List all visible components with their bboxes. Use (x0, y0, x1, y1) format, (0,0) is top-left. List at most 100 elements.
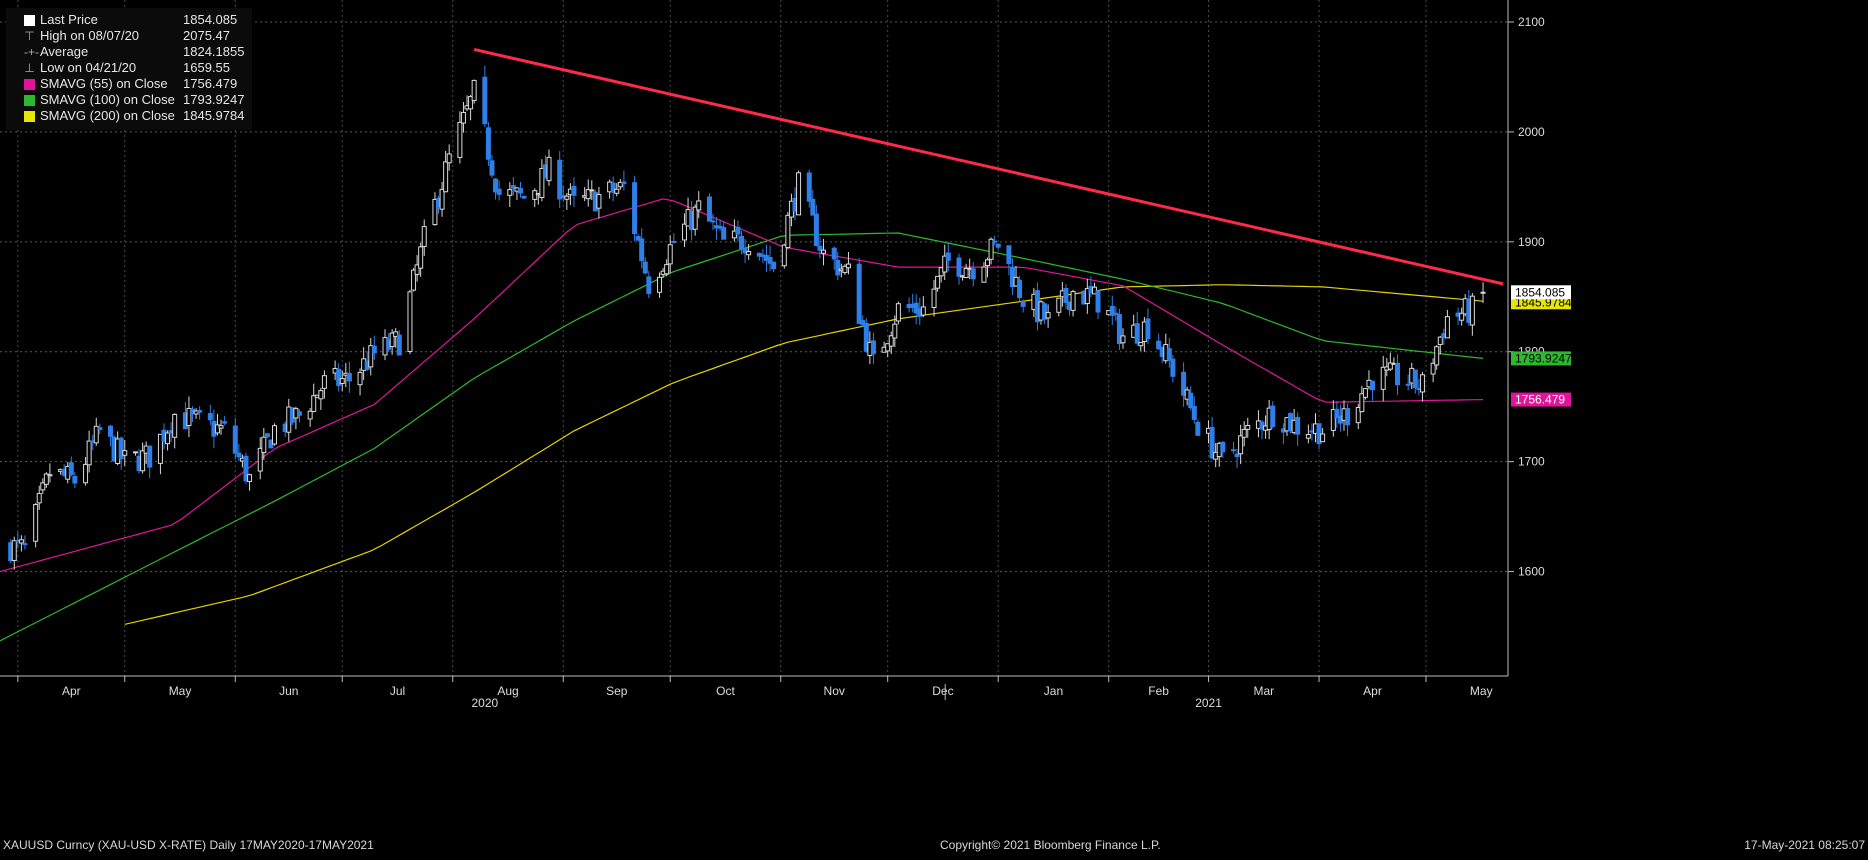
legend-label: SMAVG (55) on Close (40, 76, 168, 91)
candle-body (1362, 388, 1368, 398)
legend-label: SMAVG (200) on Close (40, 108, 175, 123)
candle-body (981, 266, 987, 283)
legend-item: ⊤ High on 08/07/20 2075.47 (10, 28, 244, 44)
candle-body (1095, 290, 1101, 313)
candle-body (72, 475, 78, 484)
legend-label: SMAVG (100) on Close (40, 92, 175, 107)
candle-body (346, 372, 352, 382)
candle-body (236, 452, 242, 458)
candle-body (856, 263, 862, 324)
candle-body (771, 261, 777, 270)
candle-body (935, 275, 941, 289)
candle-body (596, 194, 602, 209)
square-icon (24, 94, 35, 106)
last-value-tag-label: 1756.479 (1515, 393, 1565, 407)
y-tick-label: 2000 (1518, 125, 1545, 139)
candle-body (992, 240, 998, 243)
candle-body (296, 411, 302, 416)
candle-body (482, 76, 488, 125)
candle-body (207, 413, 213, 421)
candle-body (418, 246, 424, 269)
candle-body (460, 111, 466, 124)
legend-item: SMAVG (100) on Close 1793.9247 (10, 92, 244, 108)
candle-body (1370, 380, 1376, 391)
candle-body (1220, 441, 1226, 453)
x-month-label: Jul (390, 684, 405, 698)
candle-body (1245, 425, 1251, 430)
candle-body (22, 543, 28, 546)
legend-value: 1854.085 (183, 12, 238, 27)
candle-body (261, 436, 267, 454)
candle-body (1170, 358, 1176, 377)
candle-body (1063, 287, 1069, 304)
candle-body (108, 425, 114, 437)
candle-body (664, 264, 670, 275)
x-month-label: Jun (279, 684, 298, 698)
moving-averages (0, 198, 1484, 642)
candle-body (1134, 323, 1140, 344)
legend-value: 1845.9784 (183, 108, 245, 123)
candle-body (796, 172, 802, 216)
candle-body (97, 427, 103, 430)
candle-body (564, 195, 570, 200)
x-month-label: Dec (932, 684, 953, 698)
candle-body (831, 247, 837, 260)
x-month-label: Oct (716, 684, 735, 698)
candle-body (813, 213, 819, 246)
candle-body (18, 539, 24, 544)
chart-canvas[interactable]: 160017001800190020002100AprMayJunJulAugS… (0, 0, 1868, 855)
sma-100-line (0, 232, 1484, 642)
candle-body (681, 223, 687, 241)
candle-body (706, 196, 712, 222)
candle-body (521, 195, 527, 199)
square-icon (24, 110, 35, 122)
candle-body (86, 440, 92, 466)
candle-body (1405, 383, 1411, 386)
candle-body (892, 323, 898, 339)
x-month-label: Mar (1253, 684, 1274, 698)
candle-body (1230, 449, 1236, 452)
candle-body (956, 257, 962, 277)
candle-body (439, 188, 445, 210)
candle-body (781, 244, 787, 267)
candle-body (806, 172, 812, 202)
candle-body (970, 268, 976, 280)
candle-body (371, 345, 377, 354)
x-year-label: 2021 (1195, 696, 1222, 710)
candle-body (667, 244, 673, 265)
candle-body (318, 390, 324, 400)
candle-body (735, 226, 741, 235)
candle-body (821, 249, 827, 254)
last-value-tag-label: 1793.9247 (1515, 351, 1572, 365)
candle-body (1020, 301, 1026, 307)
square-icon (24, 78, 35, 90)
candle-body (1234, 453, 1240, 458)
candle-body (172, 413, 178, 438)
candle-body (995, 243, 1001, 248)
candle-body (321, 375, 327, 389)
candle-body (931, 288, 937, 308)
candle-body (1017, 279, 1023, 299)
candle-body (589, 189, 595, 192)
candle-body (621, 181, 627, 185)
candle-body (1480, 291, 1486, 294)
candle-body (920, 306, 926, 316)
candle-body (218, 425, 224, 429)
legend-item: -+- Average 1824.1855 (10, 44, 244, 60)
candle-body (485, 127, 491, 160)
legend-label: High on 08/07/20 (40, 28, 140, 43)
legend-item: SMAVG (55) on Close 1756.479 (10, 76, 244, 92)
sma-55-line (0, 198, 1484, 573)
candle-body (557, 159, 563, 200)
candle-body (639, 238, 645, 262)
candle-body (870, 340, 876, 355)
legend-label: Last Price (40, 12, 98, 27)
candle-body (642, 261, 648, 274)
candle-body (1045, 312, 1051, 319)
candle-body (471, 79, 477, 101)
x-year-label: 2020 (471, 696, 498, 710)
x-month-label: Apr (62, 684, 81, 698)
candle-body (1380, 366, 1386, 390)
price-chart[interactable]: 160017001800190020002100AprMayJunJulAugS… (0, 0, 1868, 855)
candle-body (710, 220, 716, 223)
